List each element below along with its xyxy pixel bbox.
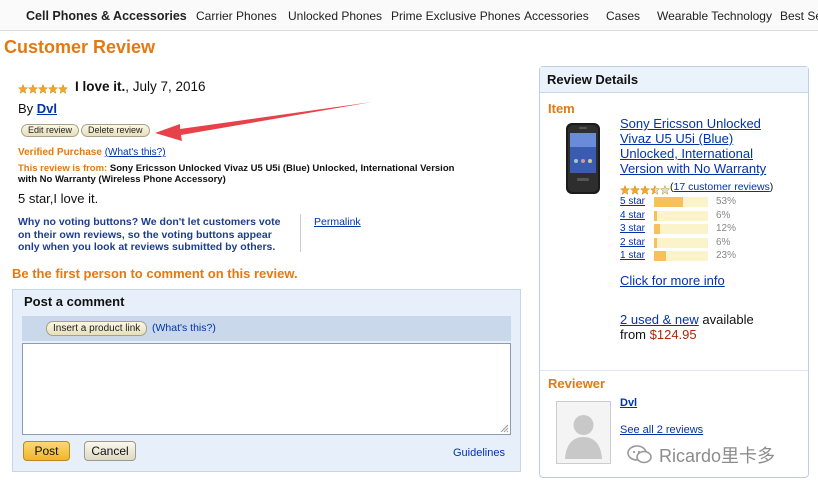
histogram-star-label[interactable]: 1 star — [620, 250, 645, 261]
histogram-percent: 23% — [716, 250, 737, 261]
star-icon — [649, 184, 661, 195]
verified-whats-this-link[interactable]: (What's this?) — [105, 147, 166, 158]
histogram-star-label[interactable]: 2 star — [620, 237, 645, 248]
see-all-reviews-link[interactable]: See all 2 reviews — [620, 424, 703, 436]
customer-reviews-count: (17 customer reviews) — [670, 181, 773, 193]
reviewer-name-link[interactable]: Dvl — [620, 397, 637, 409]
offers-line: 2 used & new available from $124.95 — [620, 312, 754, 342]
product-title-line[interactable]: Vivaz U5 U5i (Blue) — [620, 131, 766, 146]
review-product-name-2: with No Warranty (Wireless Phone Accesso… — [18, 174, 226, 185]
cancel-button[interactable]: Cancel — [84, 441, 136, 461]
histogram-bar-fill — [654, 210, 657, 221]
review-headline: I love it. — [75, 79, 126, 94]
review-heading: I love it., July 7, 2016 — [75, 79, 206, 94]
from-text: from — [620, 327, 650, 342]
verified-purchase: Verified Purchase — [18, 147, 102, 158]
voting-note-line: on their own reviews, so the voting butt… — [18, 228, 272, 241]
nav-item-wearable[interactable]: Wearable Technology — [657, 9, 772, 23]
star-icon — [17, 83, 29, 94]
verified-line: Verified Purchase (What's this?) — [18, 147, 166, 158]
product-title-line[interactable]: Unlocked, International — [620, 146, 766, 161]
histogram-bar-fill — [654, 251, 666, 261]
review-byline: By Dvl — [18, 101, 57, 116]
histogram-star-label[interactable]: 4 star — [620, 210, 645, 221]
histogram-bar-fill — [654, 237, 657, 248]
star-icon — [47, 83, 59, 94]
delete-review-button[interactable]: Delete review — [81, 124, 150, 137]
histogram-bar-fill — [654, 224, 660, 234]
by-label: By — [18, 101, 34, 116]
star-icon — [37, 83, 49, 94]
nav-item-prime-exclusive[interactable]: Prime Exclusive Phones — [391, 9, 520, 23]
comment-textarea[interactable] — [22, 343, 511, 435]
product-title-link[interactable]: Sony Ericsson Unlocked Vivaz U5 U5i (Blu… — [620, 116, 766, 176]
category-nav: Cell Phones & Accessories Carrier Phones… — [0, 0, 818, 31]
author-link[interactable]: Dvl — [37, 101, 57, 116]
product-title-line[interactable]: Sony Ericsson Unlocked — [620, 116, 766, 131]
star-icon — [27, 83, 39, 94]
histogram-percent: 6% — [716, 236, 731, 248]
review-product-info: This review is from: Sony Ericsson Unloc… — [18, 163, 528, 185]
resize-handle-icon[interactable] — [500, 424, 509, 433]
permalink-link[interactable]: Permalink — [314, 216, 361, 228]
reviewer-heading: Reviewer — [548, 376, 606, 391]
post-button[interactable]: Post — [23, 441, 70, 461]
review-details-title: Review Details — [547, 72, 639, 87]
review-product-name: Sony Ericsson Unlocked Vivaz U5 U5i (Blu… — [109, 163, 455, 174]
review-date: , July 7, 2016 — [125, 79, 206, 94]
histogram-bar[interactable] — [654, 210, 708, 221]
histogram-bar-fill — [654, 197, 683, 207]
histogram-bar[interactable] — [654, 197, 708, 207]
voting-note: Why no voting buttons? We don't let cust… — [18, 216, 280, 254]
insert-product-link-button[interactable]: Insert a product link — [46, 321, 148, 336]
histogram-percent: 6% — [716, 209, 731, 221]
nav-item-best-sellers[interactable]: Best Se — [780, 9, 818, 23]
star-icon — [619, 184, 631, 195]
from-label: This review is from: — [18, 163, 108, 174]
nav-item-carrier-phones[interactable]: Carrier Phones — [196, 9, 277, 23]
reviewer-avatar[interactable] — [556, 401, 611, 464]
annotation-arrow — [155, 102, 372, 141]
histogram-star-label[interactable]: 5 star — [620, 196, 645, 207]
histogram-percent: 53% — [716, 196, 737, 207]
histogram-bar[interactable] — [654, 224, 708, 234]
more-info-link[interactable]: Click for more info — [620, 273, 725, 288]
review-body: 5 star,I love it. — [18, 191, 99, 206]
product-title-line[interactable]: Version with No Warranty — [620, 161, 766, 176]
histogram-bar[interactable] — [654, 251, 708, 261]
customer-reviews-link[interactable]: 17 customer reviews — [674, 181, 770, 193]
star-icon — [629, 184, 641, 195]
review-rating-stars — [17, 82, 69, 97]
nav-item-cell-phones[interactable]: Cell Phones & Accessories — [26, 9, 187, 23]
item-heading: Item — [548, 101, 575, 116]
histogram-bar[interactable] — [654, 237, 708, 248]
star-icon — [639, 184, 651, 195]
available-text: available — [698, 312, 754, 327]
product-phone-image[interactable] — [562, 121, 604, 196]
nav-item-cases[interactable]: Cases — [606, 9, 640, 23]
first-comment-prompt: Be the first person to comment on this r… — [12, 266, 298, 281]
voting-note-line: only when you look at reviews submitted … — [18, 241, 276, 253]
histogram-percent: 12% — [716, 223, 737, 234]
star-icon — [659, 184, 671, 195]
wechat-icon — [627, 445, 652, 464]
used-new-link[interactable]: 2 used & new — [620, 312, 699, 327]
divider — [300, 214, 301, 252]
divider — [540, 370, 808, 371]
nav-item-accessories[interactable]: Accessories — [524, 9, 589, 23]
voting-note-line: Why no voting buttons? We don't let cust… — [18, 216, 281, 228]
comment-whats-this-link[interactable]: (What's this?) — [152, 322, 216, 334]
edit-review-button[interactable]: Edit review — [21, 124, 80, 137]
page-title: Customer Review — [4, 37, 156, 57]
histogram-star-label[interactable]: 3 star — [620, 223, 645, 234]
watermark-text: Ricardo里卡多 — [659, 446, 776, 466]
paren-close: ) — [769, 181, 774, 193]
nav-item-unlocked-phones[interactable]: Unlocked Phones — [288, 9, 382, 23]
star-icon — [57, 83, 69, 94]
offer-price: $124.95 — [649, 327, 697, 342]
comment-title: Post a comment — [24, 294, 125, 309]
guidelines-link[interactable]: Guidelines — [453, 447, 505, 459]
